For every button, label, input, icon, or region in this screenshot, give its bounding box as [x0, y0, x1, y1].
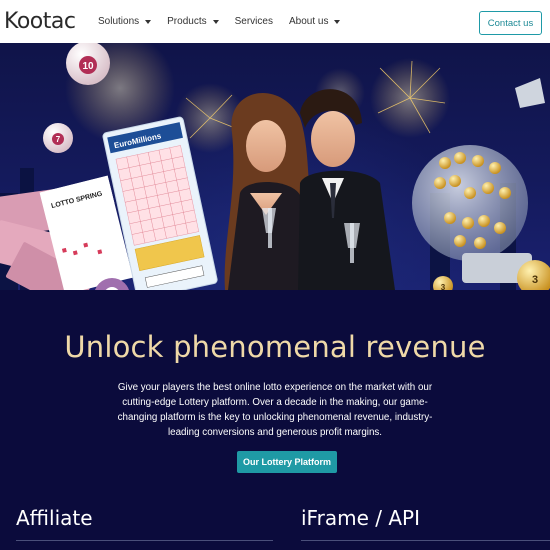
nav-item-products[interactable]: Products — [167, 16, 219, 27]
ball-7: 7 — [43, 123, 73, 153]
main-nav: Solutions Products Services About us — [98, 0, 356, 43]
iframe-api-divider — [301, 540, 550, 541]
nav-item-about-us[interactable]: About us — [288, 16, 341, 27]
ball-3-large-label: 3 — [532, 274, 538, 286]
page-headline: Unlock phenomenal revenue — [64, 330, 486, 364]
nav-label-solutions: Solutions — [98, 16, 140, 27]
intro-paragraph: Give your players the best online lotto … — [117, 382, 433, 438]
contact-us-button[interactable]: Contact us — [479, 11, 542, 35]
nav-item-services[interactable]: Services — [235, 16, 273, 27]
nav-item-solutions[interactable]: Solutions — [98, 16, 152, 27]
ball-3-small-label: 3 — [441, 283, 446, 290]
ball-10-label: 10 — [82, 61, 94, 72]
hero-illustration: LOTTO SPRING EuroMillions 10 7 3 3 — [0, 43, 550, 290]
kootac-logo[interactable]: Kootac — [4, 9, 76, 34]
chevron-down-icon — [212, 19, 219, 24]
nav-label-products: Products — [167, 16, 207, 27]
affiliate-divider — [16, 540, 273, 541]
nav-label-about-us: About us — [288, 16, 329, 27]
nav-label-services: Services — [234, 16, 273, 27]
chevron-down-icon — [334, 19, 341, 24]
our-lottery-platform-button[interactable]: Our Lottery Platform — [237, 451, 337, 473]
hero-banner: LOTTO SPRING EuroMillions 10 7 3 3 — [0, 43, 550, 290]
chevron-down-icon — [145, 19, 152, 24]
iframe-api-heading: iFrame / API — [301, 506, 420, 530]
ball-10: 10 — [66, 43, 110, 85]
ball-7-label: 7 — [56, 135, 61, 144]
affiliate-heading: Affiliate — [16, 506, 93, 530]
site-header: Kootac Solutions Products Services About… — [0, 0, 550, 44]
